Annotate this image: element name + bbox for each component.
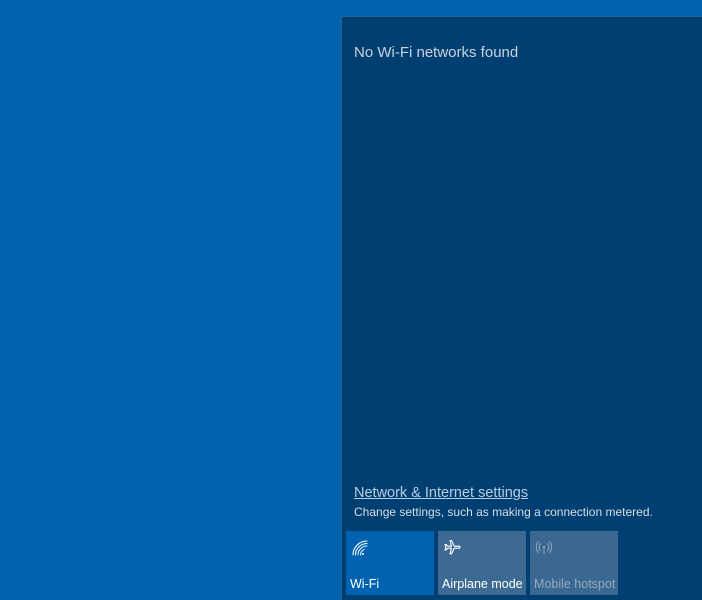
hotspot-icon [535,541,553,555]
mobile-hotspot-button[interactable]: Mobile hotspot [530,531,618,595]
network-status-text: No Wi-Fi networks found [354,44,519,61]
airplane-mode-label: Airplane mode [442,577,523,591]
wifi-icon [352,540,368,556]
airplane-mode-button[interactable]: Airplane mode [438,531,526,595]
wifi-toggle-button[interactable]: Wi-Fi [346,531,434,595]
settings-description: Change settings, such as making a connec… [354,505,653,519]
wifi-label: Wi-Fi [350,577,380,591]
mobile-hotspot-label: Mobile hotspot [534,577,616,591]
network-flyout: No Wi-Fi networks found Network & Intern… [341,16,702,600]
network-internet-settings-link[interactable]: Network & Internet settings [354,485,528,501]
airplane-icon [444,539,461,555]
